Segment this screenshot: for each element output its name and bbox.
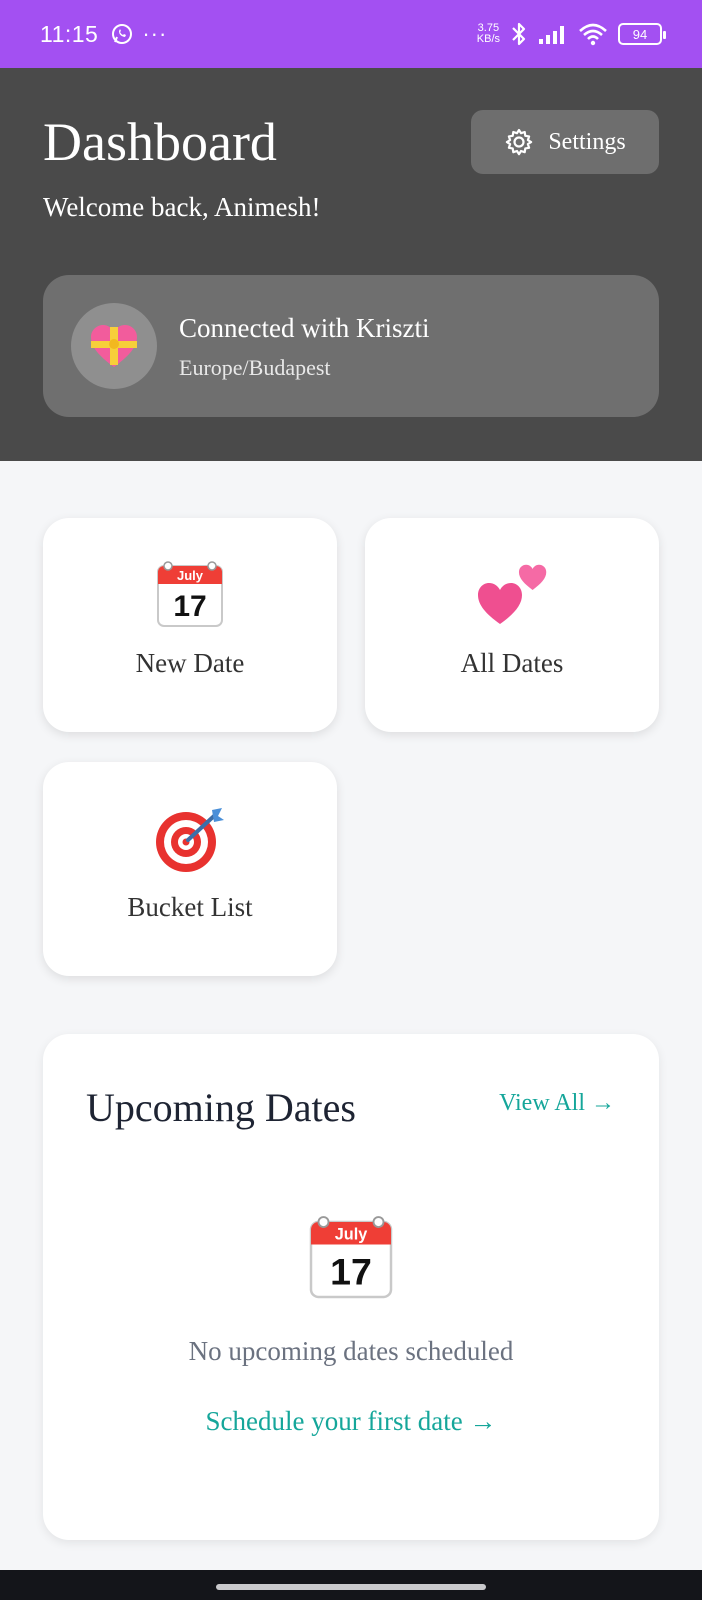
new-date-tile[interactable]: July 17 New Date <box>43 518 337 732</box>
page-title: Dashboard <box>43 112 277 172</box>
upcoming-dates-card: Upcoming Dates View All → July 17 No upc… <box>43 1034 659 1540</box>
schedule-first-date-link[interactable]: Schedule your first date → <box>43 1406 659 1437</box>
bluetooth-icon <box>512 22 526 46</box>
dashboard-header: Dashboard Welcome back, Animesh! Setting… <box>0 68 702 461</box>
bucket-list-tile[interactable]: Bucket List <box>43 762 337 976</box>
two-hearts-icon <box>478 564 547 624</box>
calendar-month: July <box>335 1226 368 1244</box>
more-notifications-icon: ··· <box>142 21 168 46</box>
calendar-icon: July 17 <box>309 1216 393 1299</box>
whatsapp-icon <box>112 24 133 44</box>
partner-timezone: Europe/Budapest <box>179 355 331 380</box>
all-dates-tile[interactable]: All Dates <box>365 518 659 732</box>
settings-label: Settings <box>548 128 626 155</box>
heart-with-ribbon-icon <box>91 325 137 367</box>
tile-label: New Date <box>135 648 245 678</box>
partner-card: Connected with Kriszti Europe/Budapest <box>43 275 659 417</box>
network-speed: 3.75 KB/s <box>476 22 500 45</box>
empty-state-message: No upcoming dates scheduled <box>188 1336 514 1366</box>
battery-indicator: 94 <box>618 23 666 45</box>
partner-connected-text: Connected with Kriszti <box>179 313 430 343</box>
calendar-day: 17 <box>330 1251 372 1293</box>
calendar-month: July <box>177 568 204 583</box>
calendar-icon: July 17 <box>157 561 223 627</box>
navigation-bar <box>0 1570 702 1600</box>
settings-button[interactable]: Settings <box>471 110 659 174</box>
section-title: Upcoming Dates <box>86 1085 356 1130</box>
gear-icon <box>506 128 533 156</box>
avatar <box>71 303 157 389</box>
home-gesture-handle[interactable] <box>216 1584 486 1590</box>
signal-icon <box>539 26 564 44</box>
tile-label: All Dates <box>460 648 564 678</box>
calendar-day: 17 <box>173 590 206 623</box>
welcome-message: Welcome back, Animesh! <box>43 192 321 222</box>
tile-label: Bucket List <box>127 892 253 922</box>
clock: 11:15 <box>40 20 99 47</box>
target-icon <box>156 808 224 872</box>
status-bar: 11:15 ··· 3.75 KB/s 94 <box>0 0 702 68</box>
view-all-link[interactable]: View All → <box>499 1090 615 1117</box>
wifi-icon <box>579 23 607 46</box>
